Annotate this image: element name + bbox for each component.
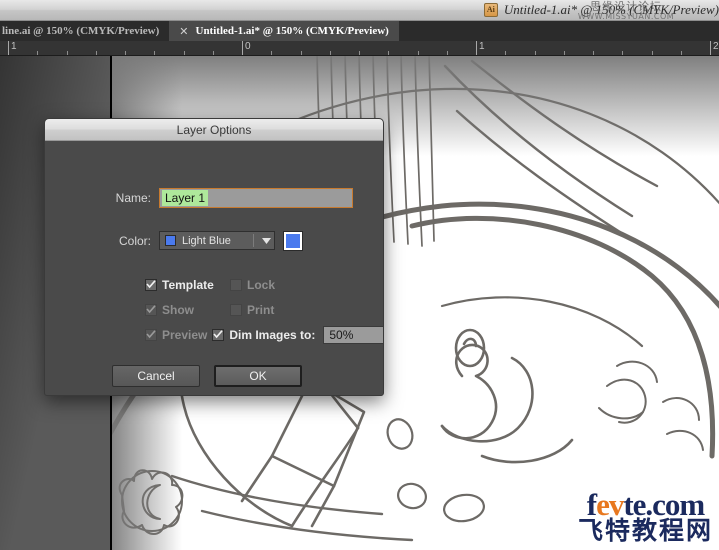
ruler-major-tick	[242, 41, 243, 55]
ruler-minor-tick	[67, 51, 68, 55]
layer-color-dropdown[interactable]: Light Blue	[159, 231, 275, 250]
color-label: Color:	[45, 234, 159, 248]
ruler-minor-tick	[418, 51, 419, 55]
name-row: Name: Layer 1	[45, 188, 383, 208]
checkbox-label: Lock	[247, 278, 275, 292]
ruler-minor-tick	[96, 51, 97, 55]
checkbox-row-3: Preview Dim Images to: 50%	[145, 322, 384, 347]
ruler-tick-label: 0	[245, 41, 251, 53]
ruler-minor-tick	[593, 51, 594, 55]
dialog-body: Name: Layer 1 Color: Light Blue	[45, 141, 383, 396]
canvas-work-area[interactable]: Layer Options Name: Layer 1 Color: Light…	[0, 56, 719, 550]
ruler-minor-tick	[154, 51, 155, 55]
checkbox-checked-disabled-icon	[145, 329, 157, 341]
ruler-minor-tick	[213, 51, 214, 55]
checkbox-print[interactable]: Print	[230, 303, 274, 317]
color-value: Light Blue	[182, 235, 253, 247]
ruler-minor-tick	[301, 51, 302, 55]
dialog-button-bar: Cancel OK	[45, 365, 383, 387]
checkbox-label: Show	[162, 303, 194, 317]
checkbox-label: Print	[247, 303, 274, 317]
ruler-major-tick	[8, 41, 9, 55]
document-tab-bar: line.ai @ 150% (CMYK/Preview) ✕ Untitled…	[0, 21, 719, 41]
title-bar-content: Ai Untitled-1.ai* @ 150% (CMYK/Preview)	[484, 2, 719, 18]
ruler-minor-tick	[125, 51, 126, 55]
ruler-minor-tick	[681, 51, 682, 55]
layer-options-checkbox-grid: Template Lock Show	[145, 272, 384, 347]
ruler-minor-tick	[388, 51, 389, 55]
chevron-down-icon[interactable]	[258, 232, 274, 249]
layer-name-value: Layer 1	[162, 190, 208, 206]
ok-button[interactable]: OK	[214, 365, 302, 387]
ruler-minor-tick	[505, 51, 506, 55]
ruler-minor-tick	[447, 51, 448, 55]
checkbox-empty-icon[interactable]	[230, 304, 242, 316]
ai-document-icon: Ai	[484, 3, 498, 17]
checkbox-label: Template	[162, 278, 214, 292]
ruler-major-tick	[476, 41, 477, 55]
cancel-button[interactable]: Cancel	[112, 365, 200, 387]
checkbox-lock[interactable]: Lock	[230, 278, 275, 292]
color-chip-icon	[165, 235, 176, 246]
checkbox-row-2: Show Print	[145, 297, 384, 322]
tab-label: Untitled-1.ai* @ 150% (CMYK/Preview)	[196, 25, 389, 37]
checkbox-show: Show	[145, 303, 230, 317]
document-tab-untitled-1[interactable]: ✕ Untitled-1.ai* @ 150% (CMYK/Preview)	[169, 21, 399, 41]
checkbox-label: Dim Images to:	[229, 328, 315, 342]
document-tab-line-ai[interactable]: line.ai @ 150% (CMYK/Preview)	[0, 21, 169, 41]
application-title-bar: Ai Untitled-1.ai* @ 150% (CMYK/Preview)	[0, 0, 719, 21]
name-label: Name:	[45, 191, 159, 205]
checkbox-dim-images[interactable]: Dim Images to:	[212, 328, 315, 342]
ruler-minor-tick	[535, 51, 536, 55]
close-x-icon[interactable]: ✕	[179, 25, 188, 38]
window-title: Untitled-1.ai* @ 150% (CMYK/Preview)	[504, 2, 719, 18]
layer-name-input[interactable]: Layer 1	[159, 188, 353, 208]
checkbox-preview: Preview	[145, 328, 212, 342]
checkbox-checked-disabled-icon	[145, 304, 157, 316]
ruler-minor-tick	[359, 51, 360, 55]
checkbox-template[interactable]: Template	[145, 278, 230, 292]
ruler-tick-label: 1	[479, 41, 485, 53]
checkbox-checked-icon[interactable]	[145, 279, 157, 291]
dialog-title-bar[interactable]: Layer Options	[45, 119, 383, 141]
ruler-minor-tick	[564, 51, 565, 55]
checkbox-label: Preview	[162, 328, 207, 342]
ruler-tick-label: 2	[713, 41, 719, 53]
ruler-major-tick	[710, 41, 711, 55]
ruler-minor-tick	[271, 51, 272, 55]
ruler-minor-tick	[330, 51, 331, 55]
dropdown-divider	[253, 234, 254, 247]
dim-images-percent-input[interactable]: 50%	[323, 326, 384, 344]
layer-options-dialog[interactable]: Layer Options Name: Layer 1 Color: Light…	[44, 118, 384, 396]
ruler-minor-tick	[184, 51, 185, 55]
ruler-tick-label: 1	[11, 41, 17, 53]
color-preview-swatch[interactable]	[284, 232, 302, 250]
dialog-title: Layer Options	[177, 123, 252, 137]
ruler-minor-tick	[652, 51, 653, 55]
tab-label: line.ai @ 150% (CMYK/Preview)	[2, 25, 159, 37]
checkbox-empty-icon[interactable]	[230, 279, 242, 291]
color-row: Color: Light Blue	[45, 231, 383, 250]
ruler-minor-tick	[622, 51, 623, 55]
dim-images-percent-value: 50%	[329, 328, 353, 342]
ruler-minor-tick	[37, 51, 38, 55]
horizontal-ruler[interactable]: 1012345	[0, 41, 719, 56]
checkbox-checked-icon[interactable]	[212, 329, 224, 341]
checkbox-row-1: Template Lock	[145, 272, 384, 297]
